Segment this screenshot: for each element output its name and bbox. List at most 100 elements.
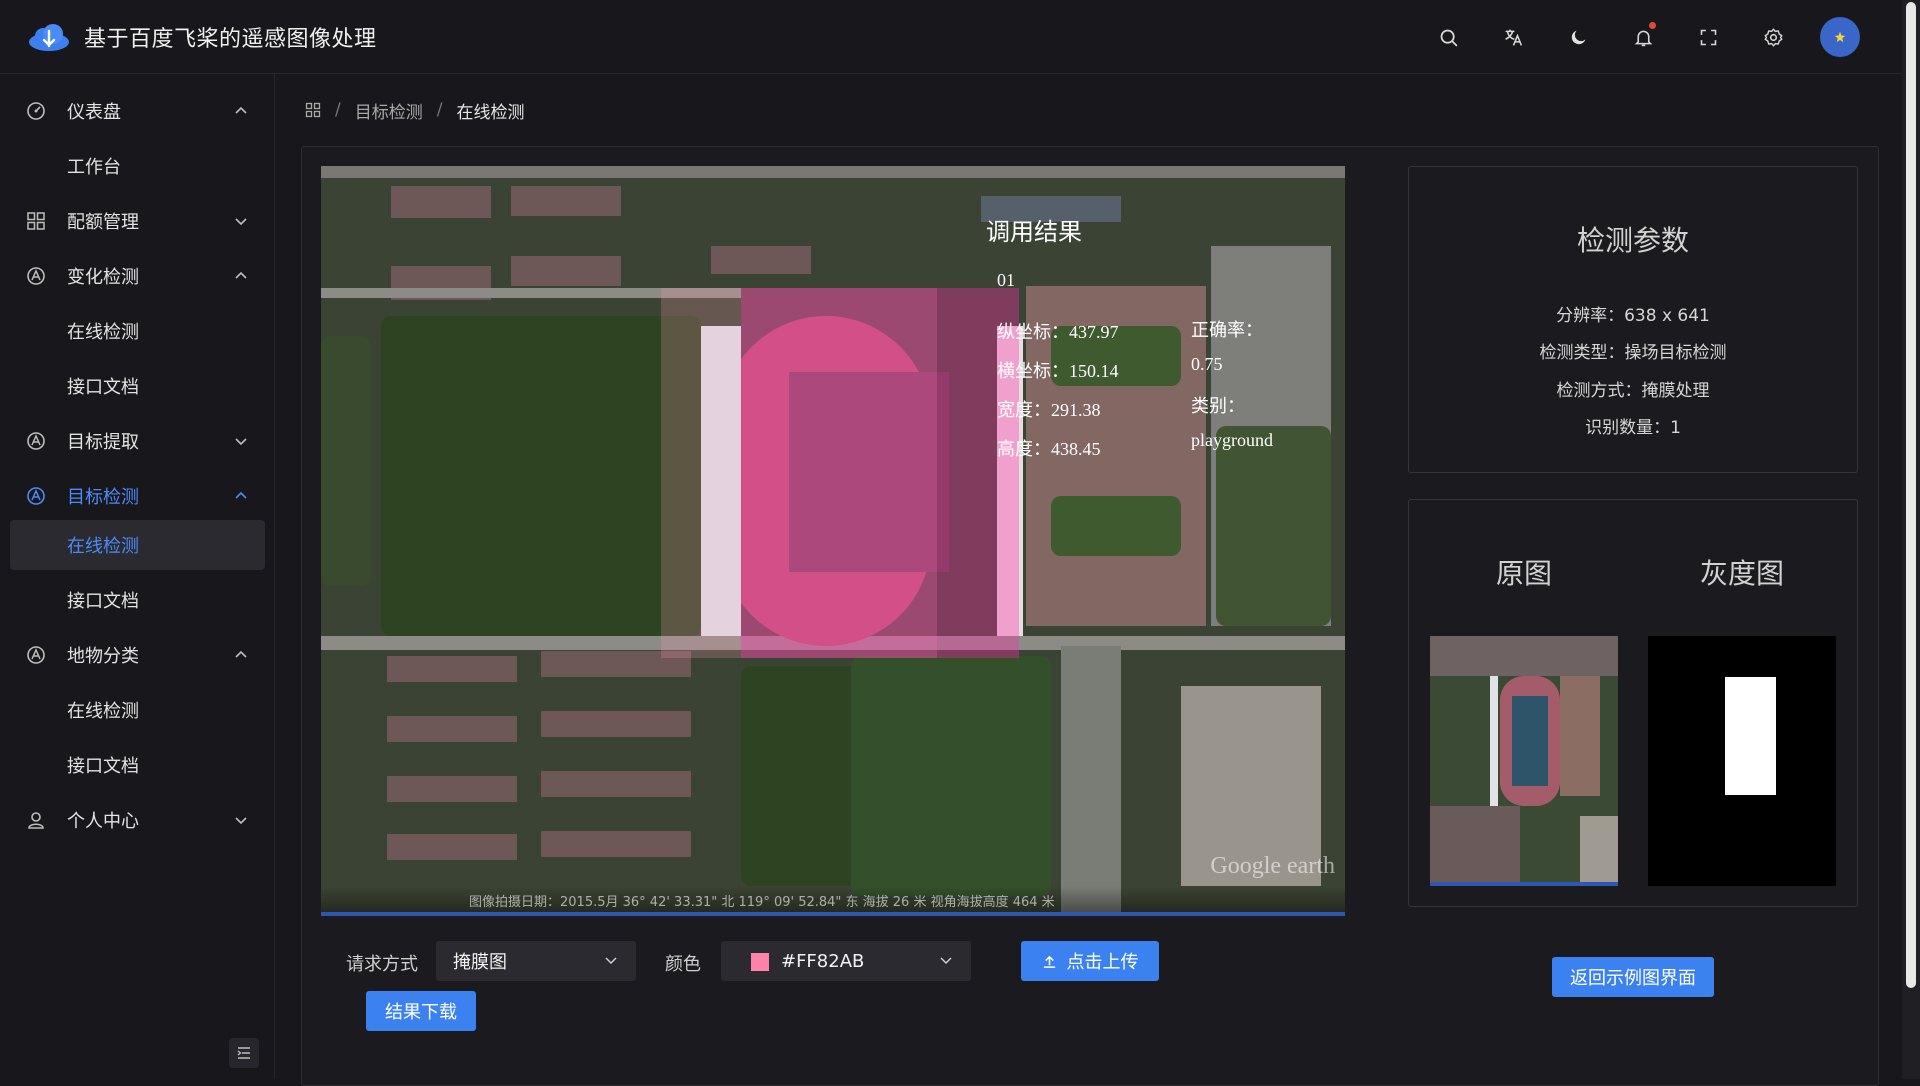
- sidebar-group-label: 个人中心: [67, 811, 139, 832]
- sidebar-item-label: 接口文档: [67, 756, 139, 777]
- header-actions: [1404, 16, 1860, 58]
- translate-icon[interactable]: [1492, 16, 1534, 58]
- page-scrollbar[interactable]: [1902, 0, 1920, 1079]
- upload-button[interactable]: 点击上传: [1021, 941, 1159, 981]
- sidebar-item-detection-docs[interactable]: 接口文档: [0, 575, 275, 625]
- sidebar-item-label: 接口文档: [67, 591, 139, 612]
- result-height: 高度：438.45: [997, 439, 1101, 459]
- chevron-up-icon: [235, 106, 247, 114]
- sidebar-item-detection-online[interactable]: 在线检测: [10, 520, 265, 570]
- request-method-value: 掩膜图: [453, 952, 507, 973]
- sidebar-item-workbench[interactable]: 工作台: [0, 141, 275, 191]
- chevron-up-icon: [235, 491, 247, 499]
- request-method-label: 请求方式: [346, 954, 418, 975]
- image-footer-text: 图像拍摄日期：2015.5月 36° 42' 33.31" 北 119° 09'…: [469, 895, 1055, 910]
- collapse-sidebar-button[interactable]: [229, 1038, 259, 1068]
- result-accuracy-label: 正确率：: [1191, 320, 1263, 340]
- download-button-label: 结果下载: [385, 1002, 457, 1023]
- scrollbar-thumb[interactable]: [1906, 2, 1916, 988]
- result-class-label: 类别：: [1191, 396, 1245, 416]
- sidebar-group-label: 地物分类: [67, 646, 139, 667]
- cloud-logo-icon: [26, 22, 72, 52]
- upload-button-label: 点击上传: [1066, 952, 1139, 973]
- params-panel: 检测参数 分辨率：638 x 641 检测类型：操场目标检测 检测方式：掩膜处理…: [1408, 166, 1858, 473]
- watermark: Google earth: [1210, 853, 1335, 879]
- app-title: 基于百度飞桨的遥感图像处理: [84, 26, 377, 52]
- bell-icon[interactable]: [1622, 16, 1664, 58]
- sidebar-group-label: 变化检测: [67, 267, 139, 288]
- back-to-example-button[interactable]: 返回示例图界面: [1552, 957, 1714, 997]
- grid-icon[interactable]: [305, 102, 321, 118]
- breadcrumb-item[interactable]: 目标检测: [355, 98, 423, 123]
- search-icon[interactable]: [1427, 16, 1469, 58]
- grid-icon: [27, 212, 45, 230]
- sidebar-group-quota[interactable]: 配额管理: [0, 196, 275, 246]
- back-button-label: 返回示例图界面: [1570, 968, 1696, 989]
- color-select[interactable]: #FF82AB: [721, 941, 971, 981]
- sidebar-group-land-classification[interactable]: 地物分类: [0, 630, 275, 680]
- sidebar-group-profile[interactable]: 个人中心: [0, 795, 275, 845]
- sidebar-item-label: 在线检测: [67, 536, 139, 557]
- sidebar-group-object-detection[interactable]: 目标检测: [0, 471, 275, 521]
- params-title: 检测参数: [1576, 224, 1689, 257]
- gray-label: 灰度图: [1699, 557, 1784, 590]
- detect-icon: [27, 646, 45, 664]
- image-progress-bar: [321, 912, 1345, 916]
- user-icon: [28, 812, 44, 829]
- color-swatch: [751, 953, 769, 971]
- breadcrumb: / 目标检测 / 在线检测: [305, 96, 524, 124]
- chevron-down-icon: [235, 438, 247, 446]
- sidebar-item-label: 在线检测: [67, 701, 139, 722]
- detect-icon: [27, 267, 45, 285]
- top-header: 基于百度飞桨的遥感图像处理: [0, 0, 1902, 74]
- color-value: #FF82AB: [781, 950, 865, 972]
- avatar[interactable]: [1820, 17, 1860, 57]
- mask-overlay: [741, 288, 1019, 658]
- param-resolution: 分辨率：638 x 641: [1556, 306, 1710, 326]
- notification-dot: [1649, 22, 1656, 29]
- sidebar-item-label: 接口文档: [67, 377, 139, 398]
- result-class-value: playground: [1191, 430, 1273, 450]
- chevron-down-icon: [235, 817, 247, 825]
- sidebar: 仪表盘 工作台 配额管理 变化检测 在线检测 接口文档 目标提取 目标检测 在线…: [0, 74, 275, 1079]
- param-method: 检测方式：掩膜处理: [1556, 381, 1710, 401]
- result-y: 纵坐标：437.97: [997, 322, 1119, 342]
- result-accuracy-value: 0.75: [1191, 354, 1223, 374]
- chevron-down-icon: [940, 957, 952, 965]
- sidebar-group-label: 配额管理: [67, 212, 139, 233]
- sidebar-group-label: 仪表盘: [67, 102, 121, 123]
- result-image: 调用结果 01 纵坐标：437.97 横坐标：150.14 宽度：291.38 …: [321, 166, 1345, 916]
- result-id: 01: [997, 270, 1015, 290]
- sidebar-group-target-extraction[interactable]: 目标提取: [0, 416, 275, 466]
- sidebar-item-classification-online[interactable]: 在线检测: [0, 685, 275, 735]
- request-method-select[interactable]: 掩膜图: [436, 941, 636, 981]
- original-label: 原图: [1495, 557, 1552, 590]
- param-count: 识别数量：1: [1585, 418, 1681, 438]
- settings-icon[interactable]: [1752, 16, 1794, 58]
- upload-icon: [1043, 955, 1055, 968]
- breadcrumb-current: 在线检测: [456, 102, 525, 123]
- sidebar-group-label: 目标检测: [67, 487, 139, 508]
- sidebar-group-dashboard[interactable]: 仪表盘: [0, 86, 275, 136]
- grayscale-thumbnail: [1648, 636, 1836, 886]
- color-label: 颜色: [665, 954, 701, 975]
- sidebar-group-change-detection[interactable]: 变化检测: [0, 251, 275, 301]
- collapse-icon: [237, 1047, 250, 1059]
- chevron-down-icon: [235, 218, 247, 226]
- chevron-up-icon: [235, 650, 247, 658]
- chevron-down-icon: [605, 957, 617, 965]
- param-type: 检测类型：操场目标检测: [1539, 343, 1727, 363]
- result-width: 宽度：291.38: [997, 400, 1101, 420]
- sidebar-item-classification-docs[interactable]: 接口文档: [0, 740, 275, 790]
- chevron-up-icon: [235, 271, 247, 279]
- preview-panel: 原图 灰度图: [1408, 499, 1858, 907]
- fullscreen-icon[interactable]: [1687, 16, 1729, 58]
- moon-icon[interactable]: [1557, 16, 1599, 58]
- sidebar-item-change-docs[interactable]: 接口文档: [0, 361, 275, 411]
- sidebar-group-label: 目标提取: [67, 432, 139, 453]
- sidebar-item-label: 在线检测: [67, 322, 139, 343]
- dashboard-icon: [27, 102, 45, 120]
- sidebar-item-change-online[interactable]: 在线检测: [0, 306, 275, 356]
- detect-icon: [27, 432, 45, 450]
- download-button[interactable]: 结果下载: [366, 991, 476, 1031]
